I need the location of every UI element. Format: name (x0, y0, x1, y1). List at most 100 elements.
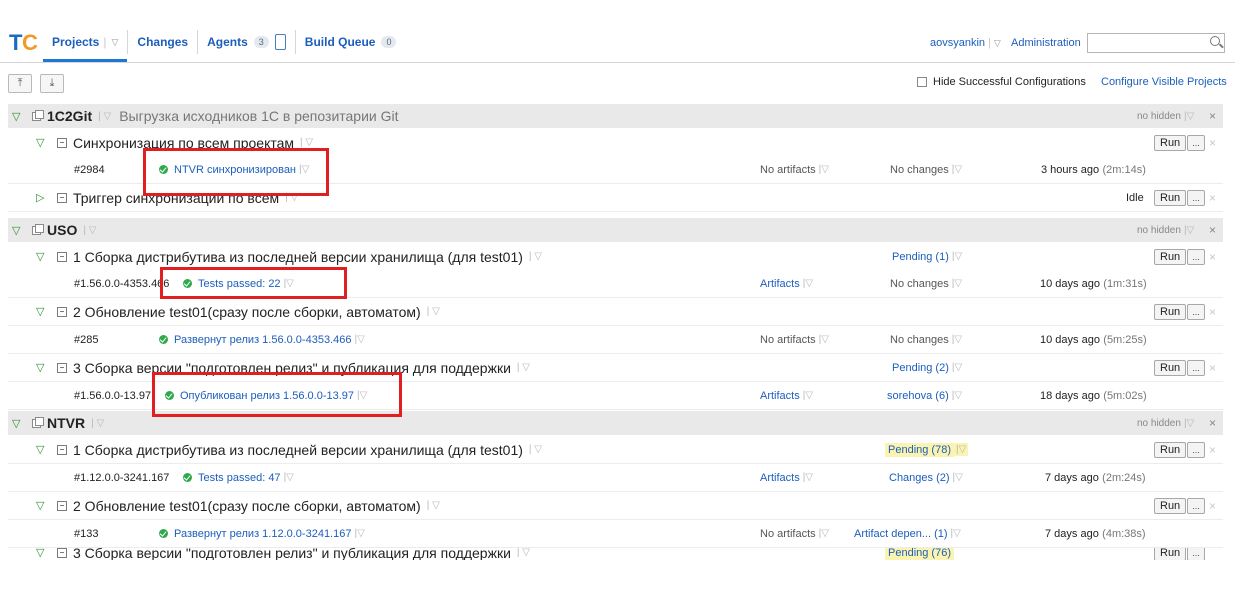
pending-link[interactable]: Pending (1) (892, 251, 949, 263)
changes-link[interactable]: Changes (2) (889, 472, 950, 484)
run-button[interactable]: Run (1154, 134, 1187, 151)
close-icon[interactable]: × (1209, 223, 1216, 237)
teamcity-logo[interactable]: TC (9, 30, 39, 55)
build-number[interactable]: #1.56.0.0-4353.466 (74, 278, 169, 290)
build-config-name[interactable]: 2 Обновление test01(сразу после сборки, … (73, 304, 421, 320)
close-icon[interactable]: × (1209, 443, 1216, 457)
artifacts-link[interactable]: Artifacts (760, 472, 800, 484)
chevron-down-icon[interactable]: | ▽ (98, 111, 111, 122)
chevron-down-icon[interactable]: | ▽ (517, 362, 530, 373)
close-icon[interactable]: × (1209, 191, 1216, 205)
artifacts-link[interactable]: Artifacts (760, 278, 800, 290)
chevron-down-icon[interactable]: |▽ (1184, 225, 1194, 236)
build-number[interactable]: #285 (74, 334, 98, 346)
collapse-triangle-icon[interactable]: ▽ (36, 136, 44, 149)
build-config-name[interactable]: 2 Обновление test01(сразу после сборки, … (73, 498, 421, 514)
search-icon[interactable] (1210, 36, 1220, 46)
build-number[interactable]: #1.12.0.0-3241.167 (74, 472, 169, 484)
changes-link[interactable]: Artifact depen... (1) (854, 528, 948, 540)
build-config-name[interactable]: 1 Сборка дистрибутива из последней верси… (73, 442, 523, 458)
run-options-button[interactable]: ... (1187, 548, 1206, 560)
build-config-name[interactable]: 3 Сборка версии "подготовлен релиз" и пу… (73, 548, 511, 560)
close-icon[interactable]: × (1209, 109, 1216, 123)
chevron-down-icon[interactable]: | ▽ (427, 306, 440, 317)
chevron-down-icon[interactable]: | ▽ (427, 500, 440, 511)
no-hidden-label[interactable]: no hidden (1137, 225, 1181, 236)
pending-link[interactable]: Pending (78) (885, 442, 954, 457)
chevron-down-icon[interactable]: |▽ (952, 278, 962, 289)
changes-link[interactable]: sorehova (6) (887, 390, 949, 402)
pending-link[interactable]: Pending (76) (885, 548, 954, 560)
project-name[interactable]: NTVR (47, 415, 85, 431)
chevron-down-icon[interactable]: | ▽ (285, 192, 298, 203)
expand-triangle-icon[interactable]: ▷ (36, 191, 44, 204)
close-icon[interactable]: × (1209, 305, 1216, 319)
run-button[interactable]: Run (1154, 548, 1187, 560)
run-options-button[interactable]: ... (1187, 248, 1206, 265)
run-button[interactable]: Run (1154, 189, 1187, 206)
build-config-name[interactable]: 3 Сборка версии "подготовлен релиз" и пу… (73, 360, 511, 376)
chevron-down-icon[interactable]: |▽ (284, 278, 294, 289)
nav-agents[interactable]: Agents 3 (198, 30, 296, 54)
build-status[interactable]: Опубликован релиз 1.56.0.0-13.97 (180, 390, 354, 402)
close-icon[interactable]: × (1209, 499, 1216, 513)
project-name[interactable]: USO (47, 222, 77, 238)
chevron-down-icon[interactable]: |▽ (803, 472, 813, 483)
chevron-down-icon[interactable]: | ▽ (517, 548, 530, 558)
chevron-down-icon[interactable]: |▽ (354, 528, 364, 539)
build-number[interactable]: #1.56.0.0-13.97 (74, 390, 151, 402)
collapse-triangle-icon[interactable]: ▽ (12, 110, 20, 123)
build-status[interactable]: Развернут релиз 1.12.0.0-3241.167 (174, 528, 351, 540)
chevron-down-icon[interactable]: |▽ (954, 443, 969, 456)
administration-link[interactable]: Administration (1011, 37, 1081, 49)
user-menu[interactable]: aovsyankin | ▽ (930, 37, 1001, 49)
run-button[interactable]: Run (1154, 441, 1187, 458)
collapse-triangle-icon[interactable]: ▽ (36, 548, 44, 559)
run-options-button[interactable]: ... (1187, 189, 1206, 206)
nav-changes[interactable]: Changes (128, 30, 199, 54)
expand-all-button[interactable]: ⤓ (40, 74, 64, 93)
chevron-down-icon[interactable]: |▽ (299, 164, 309, 175)
nav-build-queue[interactable]: Build Queue 0 (296, 30, 406, 54)
run-options-button[interactable]: ... (1187, 359, 1206, 376)
chevron-down-icon[interactable]: ▽ (994, 38, 1001, 49)
search-input[interactable] (1087, 33, 1225, 53)
run-button[interactable]: Run (1154, 497, 1187, 514)
chevron-down-icon[interactable]: |▽ (952, 164, 962, 175)
collapse-all-button[interactable]: ⤒ (8, 74, 32, 93)
chevron-down-icon[interactable]: | ▽ (83, 225, 96, 236)
build-status[interactable]: Tests passed: 22 (198, 278, 281, 290)
chevron-down-icon[interactable]: ▽ (111, 37, 118, 48)
project-name[interactable]: 1C2Git (47, 108, 92, 124)
chevron-down-icon[interactable]: | ▽ (300, 137, 313, 148)
chevron-down-icon[interactable]: |▽ (953, 472, 963, 483)
collapse-triangle-icon[interactable]: ▽ (36, 443, 44, 456)
chevron-down-icon[interactable]: | ▽ (529, 444, 542, 455)
collapse-triangle-icon[interactable]: ▽ (36, 499, 44, 512)
collapse-triangle-icon[interactable]: ▽ (36, 305, 44, 318)
build-number[interactable]: #133 (74, 528, 98, 540)
collapse-triangle-icon[interactable]: ▽ (36, 361, 44, 374)
run-button[interactable]: Run (1154, 248, 1187, 265)
artifacts-link[interactable]: Artifacts (760, 390, 800, 402)
hide-successful-checkbox[interactable] (917, 77, 927, 87)
run-options-button[interactable]: ... (1187, 441, 1206, 458)
chevron-down-icon[interactable]: |▽ (952, 251, 962, 262)
build-status[interactable]: NTVR синхронизирован (174, 164, 296, 176)
build-status[interactable]: Развернут релиз 1.56.0.0-4353.466 (174, 334, 351, 346)
no-hidden-label[interactable]: no hidden (1137, 111, 1181, 122)
chevron-down-icon[interactable]: |▽ (952, 362, 962, 373)
chevron-down-icon[interactable]: |▽ (803, 390, 813, 401)
chevron-down-icon[interactable]: |▽ (819, 334, 829, 345)
chevron-down-icon[interactable]: |▽ (803, 278, 813, 289)
chevron-down-icon[interactable]: |▽ (1184, 111, 1194, 122)
chevron-down-icon[interactable]: | ▽ (529, 251, 542, 262)
run-options-button[interactable]: ... (1187, 497, 1206, 514)
run-button[interactable]: Run (1154, 359, 1187, 376)
build-config-name[interactable]: Синхронизация по всем проектам (73, 135, 294, 151)
build-number[interactable]: #2984 (74, 164, 105, 176)
chevron-down-icon[interactable]: |▽ (1184, 418, 1194, 429)
chevron-down-icon[interactable]: |▽ (952, 390, 962, 401)
close-icon[interactable]: × (1209, 416, 1216, 430)
chevron-down-icon[interactable]: |▽ (819, 164, 829, 175)
